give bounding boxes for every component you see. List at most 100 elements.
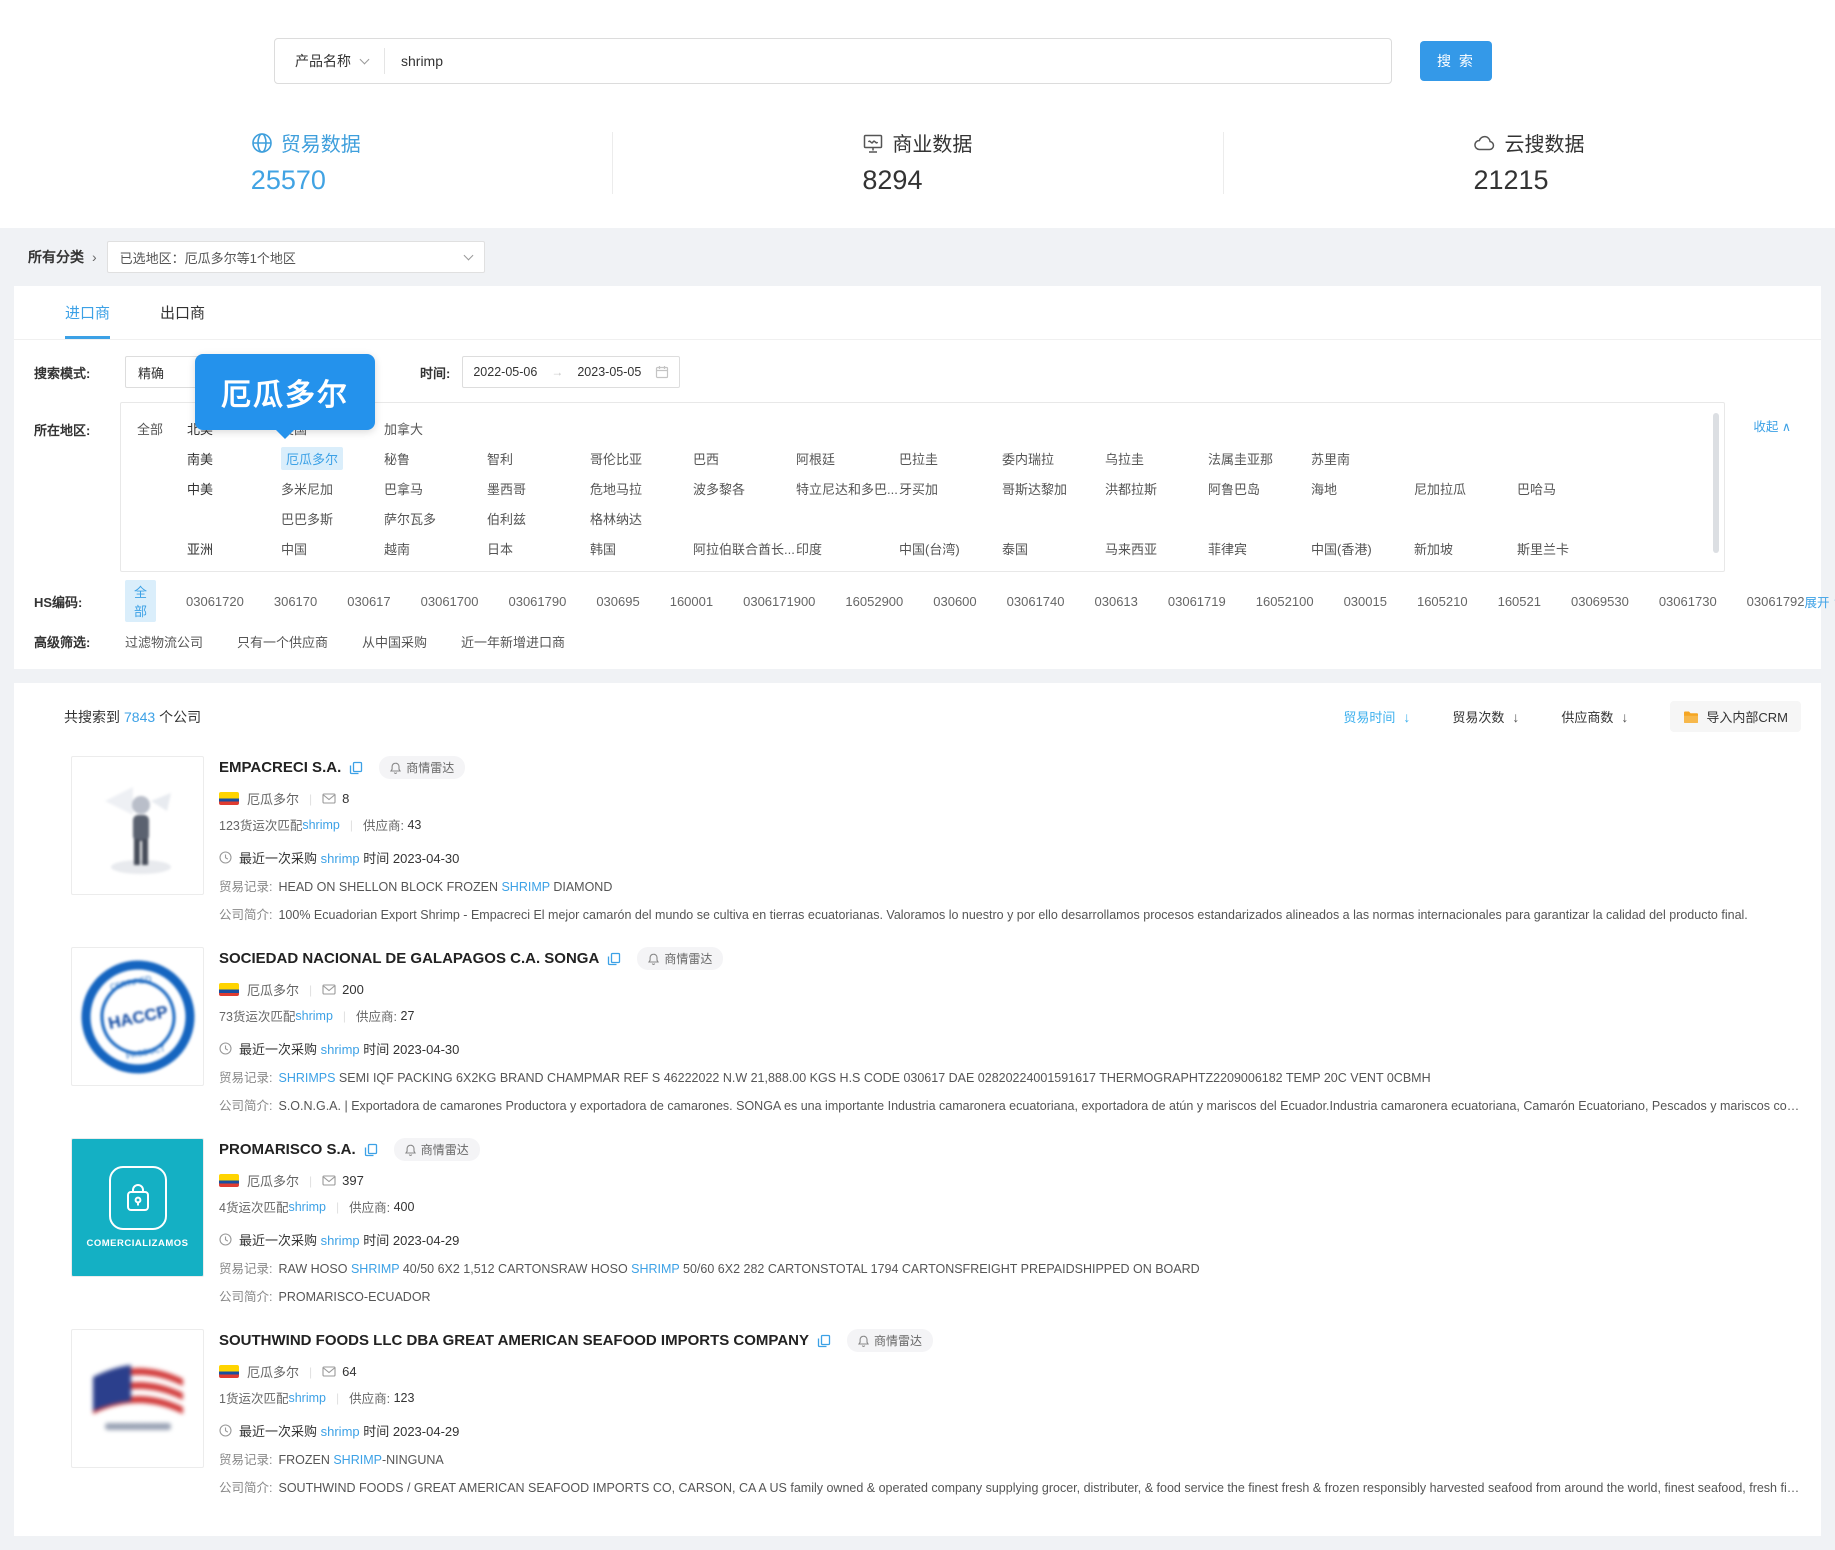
import-crm-button[interactable]: 导入内部CRM bbox=[1670, 701, 1801, 732]
region-item[interactable]: 阿拉伯联合酋长... bbox=[693, 539, 795, 558]
company-name[interactable]: SOUTHWIND FOODS LLC DBA GREAT AMERICAN S… bbox=[219, 1332, 809, 1349]
copy-icon[interactable] bbox=[349, 761, 363, 775]
region-item[interactable]: 巴巴多斯 bbox=[281, 509, 333, 528]
region-item[interactable]: 中国(香港) bbox=[1311, 539, 1372, 558]
hs-code-item[interactable]: 16052900 bbox=[845, 594, 903, 609]
tab-exporters[interactable]: 出口商 bbox=[160, 286, 205, 339]
region-item[interactable]: 苏里南 bbox=[1311, 449, 1350, 468]
company-logo[interactable]: HACCP CERTIFIED PRODUCT bbox=[71, 947, 204, 1086]
advanced-filter-item[interactable]: 从中国采购 bbox=[362, 632, 427, 651]
region-item[interactable]: 危地马拉 bbox=[590, 479, 642, 498]
advanced-filter-item[interactable]: 过滤物流公司 bbox=[125, 632, 203, 651]
region-item[interactable]: 中国(台湾) bbox=[899, 539, 960, 558]
region-filter-select[interactable]: 已选地区：厄瓜多尔等1个地区 bbox=[107, 241, 485, 273]
hs-code-item[interactable]: 306170 bbox=[274, 594, 317, 609]
hs-code-item[interactable]: 03061792 bbox=[1747, 594, 1805, 609]
stat-business-data[interactable]: 商业数据 8294 bbox=[612, 128, 1224, 196]
search-category-select[interactable]: 产品名称 bbox=[275, 39, 384, 83]
copy-icon[interactable] bbox=[607, 952, 621, 966]
region-item[interactable]: 印度 bbox=[796, 539, 822, 558]
hs-code-item[interactable]: 03061740 bbox=[1007, 594, 1065, 609]
region-item[interactable]: 哥伦比亚 bbox=[590, 449, 642, 468]
region-item[interactable]: 巴拿马 bbox=[384, 479, 423, 498]
tab-importers[interactable]: 进口商 bbox=[65, 286, 110, 339]
region-item[interactable]: 新加坡 bbox=[1414, 539, 1453, 558]
sort-option[interactable]: 贸易时间↓ bbox=[1343, 707, 1410, 726]
region-item[interactable]: 墨西哥 bbox=[487, 479, 526, 498]
sort-option[interactable]: 贸易次数↓ bbox=[1452, 707, 1519, 726]
region-item[interactable]: 巴哈马 bbox=[1517, 479, 1556, 498]
region-all[interactable]: 全部 bbox=[137, 419, 187, 438]
hs-code-all[interactable]: 全部 bbox=[125, 580, 156, 622]
region-item[interactable]: 格林纳达 bbox=[590, 509, 642, 528]
region-item[interactable]: 菲律宾 bbox=[1208, 539, 1247, 558]
expand-link[interactable]: 展开 ∨ bbox=[1805, 592, 1835, 611]
region-item[interactable]: 萨尔瓦多 bbox=[384, 509, 436, 528]
hs-code-item[interactable]: 0306171900 bbox=[743, 594, 815, 609]
region-item[interactable]: 多米尼加 bbox=[281, 479, 333, 498]
hs-code-item[interactable]: 1605210 bbox=[1417, 594, 1468, 609]
hs-code-item[interactable]: 030015 bbox=[1344, 594, 1387, 609]
region-item[interactable]: 阿根廷 bbox=[796, 449, 835, 468]
hs-code-item[interactable]: 16052100 bbox=[1256, 594, 1314, 609]
region-item[interactable]: 日本 bbox=[487, 539, 513, 558]
region-item[interactable]: 尼加拉瓜 bbox=[1414, 479, 1466, 498]
region-item[interactable]: 斯里兰卡 bbox=[1517, 539, 1569, 558]
region-item[interactable]: 海地 bbox=[1311, 479, 1337, 498]
intel-radar-badge[interactable]: 商情雷达 bbox=[637, 947, 723, 970]
hs-code-item[interactable]: 03061700 bbox=[421, 594, 479, 609]
company-logo[interactable]: HACCP CERTIFIED PRODUCT COMERCIALIZAMOS bbox=[71, 1138, 204, 1277]
region-item[interactable]: 特立尼达和多巴... bbox=[796, 479, 898, 498]
hs-code-item[interactable]: 03061790 bbox=[508, 594, 566, 609]
hs-code-item[interactable]: 030617 bbox=[347, 594, 390, 609]
collapse-link[interactable]: 收起 ∧ bbox=[1753, 402, 1791, 435]
region-item[interactable]: 委内瑞拉 bbox=[1002, 449, 1054, 468]
region-item[interactable]: 智利 bbox=[487, 449, 513, 468]
region-item[interactable]: 牙买加 bbox=[899, 479, 938, 498]
hs-code-item[interactable]: 030600 bbox=[933, 594, 976, 609]
hs-code-item[interactable]: 03061720 bbox=[186, 594, 244, 609]
region-item[interactable]: 乌拉圭 bbox=[1105, 449, 1144, 468]
region-item[interactable]: 法属圭亚那 bbox=[1208, 449, 1273, 468]
region-item[interactable]: 秘鲁 bbox=[384, 449, 410, 468]
company-name[interactable]: EMPACRECI S.A. bbox=[219, 759, 341, 776]
region-item[interactable]: 加拿大 bbox=[384, 419, 423, 438]
stat-trade-data[interactable]: 贸易数据 25570 bbox=[0, 128, 612, 196]
sort-option[interactable]: 供应商数↓ bbox=[1561, 707, 1628, 726]
region-item[interactable]: 巴西 bbox=[693, 449, 719, 468]
company-name[interactable]: PROMARISCO S.A. bbox=[219, 1141, 356, 1158]
region-item[interactable]: 哥斯达黎加 bbox=[1002, 479, 1067, 498]
intel-radar-badge[interactable]: 商情雷达 bbox=[394, 1138, 480, 1161]
search-input[interactable] bbox=[385, 53, 1391, 69]
copy-icon[interactable] bbox=[364, 1143, 378, 1157]
hs-code-item[interactable]: 03061730 bbox=[1659, 594, 1717, 609]
region-item[interactable]: 中国 bbox=[281, 539, 307, 558]
region-item[interactable]: 马来西亚 bbox=[1105, 539, 1157, 558]
scrollbar[interactable] bbox=[1713, 413, 1719, 553]
region-item[interactable]: 伯利兹 bbox=[487, 509, 526, 528]
intel-radar-badge[interactable]: 商情雷达 bbox=[379, 756, 465, 779]
advanced-filter-item[interactable]: 近一年新增进口商 bbox=[461, 632, 565, 651]
search-button[interactable]: 搜 索 bbox=[1420, 41, 1492, 81]
company-logo[interactable]: HACCP CERTIFIED PRODUCT bbox=[71, 1329, 204, 1468]
hs-code-item[interactable]: 03061719 bbox=[1168, 594, 1226, 609]
company-name[interactable]: SOCIEDAD NACIONAL DE GALAPAGOS C.A. SONG… bbox=[219, 950, 599, 967]
region-item[interactable]: 厄瓜多尔 bbox=[281, 447, 343, 470]
hs-code-item[interactable]: 030695 bbox=[596, 594, 639, 609]
stat-cloud-data[interactable]: 云搜数据 21215 bbox=[1223, 128, 1835, 196]
hs-code-item[interactable]: 03069530 bbox=[1571, 594, 1629, 609]
hs-code-item[interactable]: 160001 bbox=[670, 594, 713, 609]
date-range-picker[interactable]: 2022-05-06 → 2023-05-05 bbox=[462, 356, 680, 388]
region-item[interactable]: 巴拉圭 bbox=[899, 449, 938, 468]
region-item[interactable]: 泰国 bbox=[1002, 539, 1028, 558]
advanced-filter-item[interactable]: 只有一个供应商 bbox=[237, 632, 328, 651]
region-item[interactable]: 越南 bbox=[384, 539, 410, 558]
copy-icon[interactable] bbox=[817, 1334, 831, 1348]
region-item[interactable]: 阿鲁巴岛 bbox=[1208, 479, 1260, 498]
hs-code-item[interactable]: 030613 bbox=[1095, 594, 1138, 609]
region-item[interactable]: 洪都拉斯 bbox=[1105, 479, 1157, 498]
region-item[interactable]: 波多黎各 bbox=[693, 479, 745, 498]
region-item[interactable]: 韩国 bbox=[590, 539, 616, 558]
company-logo[interactable]: HACCP CERTIFIED PRODUCT bbox=[71, 756, 204, 895]
intel-radar-badge[interactable]: 商情雷达 bbox=[847, 1329, 933, 1352]
